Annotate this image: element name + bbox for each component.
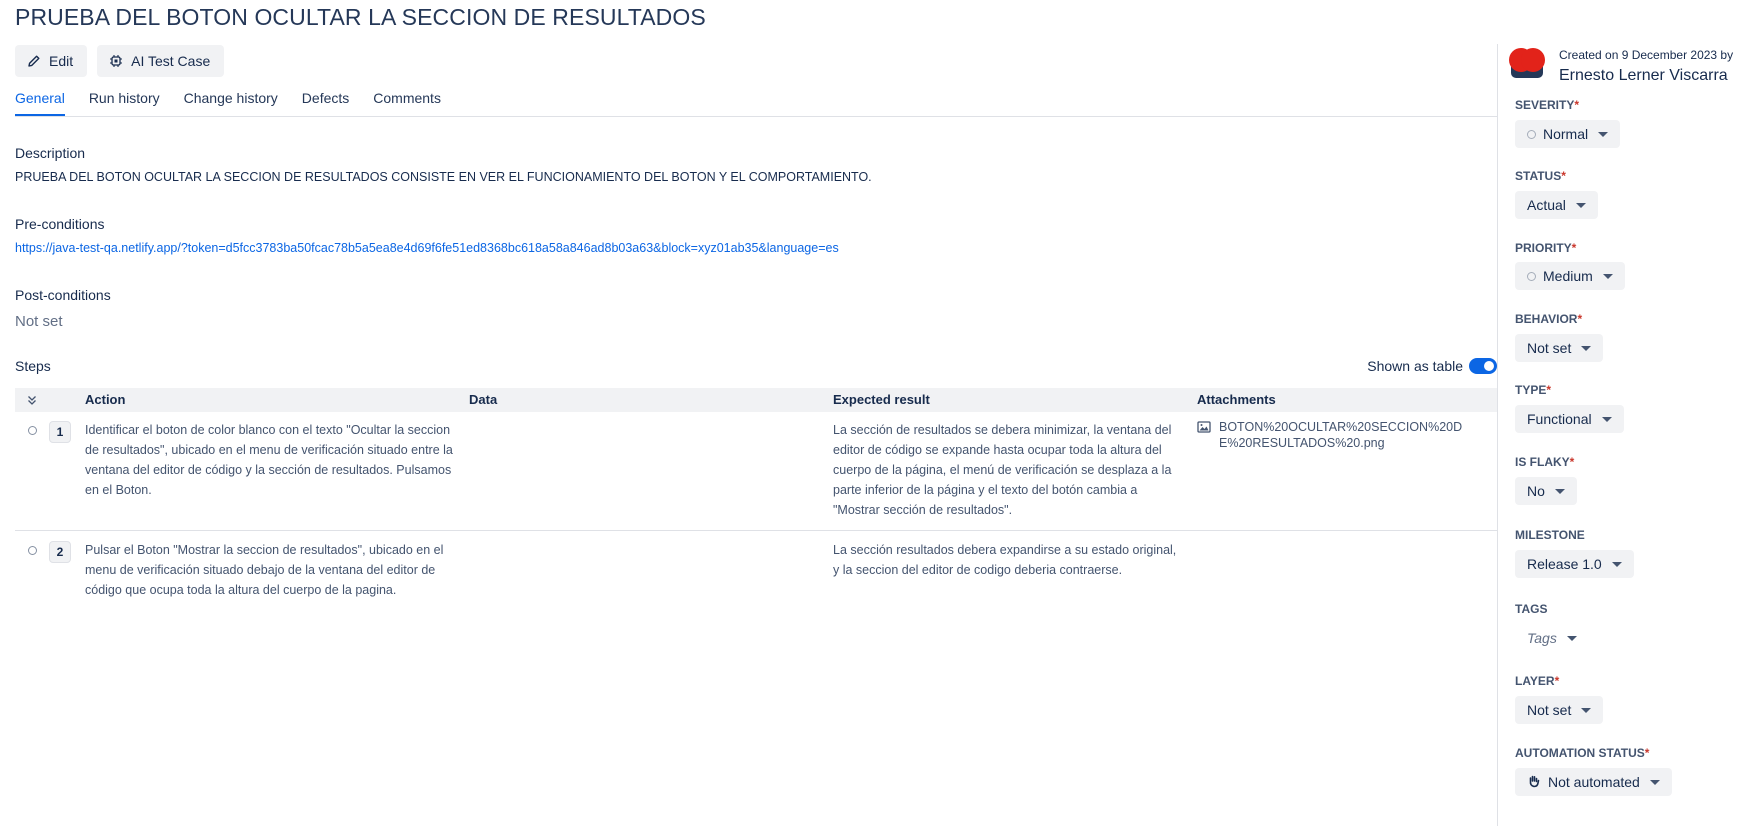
preconditions-label: Pre-conditions — [15, 216, 105, 232]
edit-button[interactable]: Edit — [15, 45, 88, 77]
step-action: Identificar el boton de color blanco con… — [85, 423, 453, 497]
type-label: TYPE* — [1515, 383, 1552, 397]
column-expected-result: Expected result — [833, 392, 930, 407]
ai-test-case-button[interactable]: AI Test Case — [97, 45, 225, 77]
behavior-dropdown[interactable]: Not set — [1515, 334, 1604, 362]
is-flaky-value: No — [1527, 483, 1545, 499]
status-label: STATUS* — [1515, 169, 1566, 183]
severity-label: SEVERITY* — [1515, 98, 1580, 112]
step-action: Pulsar el Boton "Mostrar la seccion de r… — [85, 543, 444, 597]
is-flaky-label: IS FLAKY* — [1515, 455, 1575, 469]
steps-label: Steps — [15, 358, 51, 374]
page-title: PRUEBA DEL BOTON OCULTAR LA SECCION DE R… — [15, 4, 706, 30]
chevron-down-icon — [1601, 416, 1612, 422]
chip-icon — [109, 54, 123, 68]
description-label: Description — [15, 145, 86, 161]
tab-change-history[interactable]: Change history — [184, 90, 278, 116]
postconditions-value: Not set — [15, 313, 63, 330]
preconditions-link[interactable]: https://java-test-qa.netlify.app/?token=… — [15, 241, 839, 255]
step-expected: La sección resultados debera expandirse … — [833, 543, 1177, 577]
chevron-down-icon — [1649, 779, 1660, 785]
milestone-dropdown[interactable]: Release 1.0 — [1515, 550, 1634, 578]
automation-status-value: Not automated — [1548, 774, 1640, 790]
steps-table-header: Action Data Expected result Attachments — [15, 388, 1497, 412]
postconditions-label: Post-conditions — [15, 287, 111, 303]
description-text: PRUEBA DEL BOTON OCULTAR LA SECCION DE R… — [15, 170, 872, 184]
shown-as-table-toggle[interactable] — [1469, 358, 1497, 374]
toolbar: Edit AI Test Case — [15, 45, 225, 77]
avatar — [1509, 46, 1545, 80]
step-status-dot — [28, 546, 37, 555]
main-panel: PRUEBA DEL BOTON OCULTAR LA SECCION DE R… — [15, 0, 1497, 826]
tags-label: TAGS — [1515, 602, 1548, 616]
severity-dropdown[interactable]: Normal — [1515, 120, 1621, 148]
step-number: 2 — [49, 541, 71, 563]
created-info: Created on 9 December 2023 by — [1559, 48, 1734, 62]
chevron-down-icon — [1575, 202, 1586, 208]
priority-label: PRIORITY* — [1515, 241, 1577, 255]
chevron-down-icon — [1581, 707, 1592, 713]
is-flaky-dropdown[interactable]: No — [1515, 477, 1577, 505]
chevron-down-icon — [1581, 345, 1592, 351]
behavior-value: Not set — [1527, 340, 1572, 356]
severity-value: Normal — [1543, 126, 1589, 142]
tags-placeholder: Tags — [1527, 630, 1557, 646]
double-chevron-down-icon[interactable] — [26, 393, 38, 411]
chevron-down-icon — [1598, 131, 1609, 137]
type-value: Functional — [1527, 411, 1592, 427]
edit-button-label: Edit — [49, 53, 74, 69]
automation-status-label: AUTOMATION STATUS* — [1515, 746, 1650, 760]
layer-dropdown[interactable]: Not set — [1515, 696, 1604, 724]
status-value: Actual — [1527, 197, 1566, 213]
chevron-down-icon — [1602, 273, 1613, 279]
layer-value: Not set — [1527, 702, 1572, 718]
attachment-name: BOTON%20OCULTAR%20SECCION%20DE%20RESULTA… — [1219, 420, 1463, 450]
chevron-down-icon — [1566, 635, 1577, 641]
chevron-down-icon — [1611, 561, 1622, 567]
tab-comments[interactable]: Comments — [373, 90, 441, 116]
column-data: Data — [469, 392, 498, 407]
shown-as-table-control: Shown as table — [1367, 358, 1497, 374]
column-attachments: Attachments — [1197, 392, 1276, 407]
image-icon — [1197, 419, 1211, 451]
milestone-label: MILESTONE — [1515, 528, 1585, 542]
priority-value: Medium — [1543, 268, 1593, 284]
tags-dropdown[interactable]: Tags — [1515, 624, 1589, 652]
details-sidebar: Created on 9 December 2023 by Ernesto Le… — [1498, 0, 1761, 826]
tab-general[interactable]: General — [15, 90, 65, 116]
behavior-label: BEHAVIOR* — [1515, 312, 1583, 326]
tab-run-history[interactable]: Run history — [89, 90, 160, 116]
tab-defects[interactable]: Defects — [302, 90, 349, 116]
attachment-item[interactable]: BOTON%20OCULTAR%20SECCION%20DE%20RESULTA… — [1197, 419, 1481, 451]
layer-label: LAYER* — [1515, 674, 1560, 688]
severity-circle-icon — [1527, 129, 1536, 139]
ai-test-case-label: AI Test Case — [131, 53, 211, 69]
hand-icon — [1527, 774, 1541, 791]
priority-circle-icon — [1527, 271, 1536, 281]
pencil-icon — [27, 54, 41, 68]
step-expected: La sección de resultados se debera minim… — [833, 423, 1172, 517]
step-status-dot — [28, 426, 37, 435]
column-action: Action — [85, 392, 126, 407]
tab-bar: General Run history Change history Defec… — [15, 90, 1497, 117]
automation-status-dropdown[interactable]: Not automated — [1515, 768, 1672, 796]
chevron-down-icon — [1554, 488, 1565, 494]
priority-dropdown[interactable]: Medium — [1515, 262, 1625, 290]
step-number: 1 — [49, 421, 71, 443]
status-dropdown[interactable]: Actual — [1515, 191, 1598, 219]
shown-as-table-label: Shown as table — [1367, 358, 1463, 374]
type-dropdown[interactable]: Functional — [1515, 405, 1624, 433]
row-divider — [15, 530, 1497, 531]
milestone-value: Release 1.0 — [1527, 556, 1602, 572]
author-name[interactable]: Ernesto Lerner Viscarra — [1559, 67, 1728, 85]
